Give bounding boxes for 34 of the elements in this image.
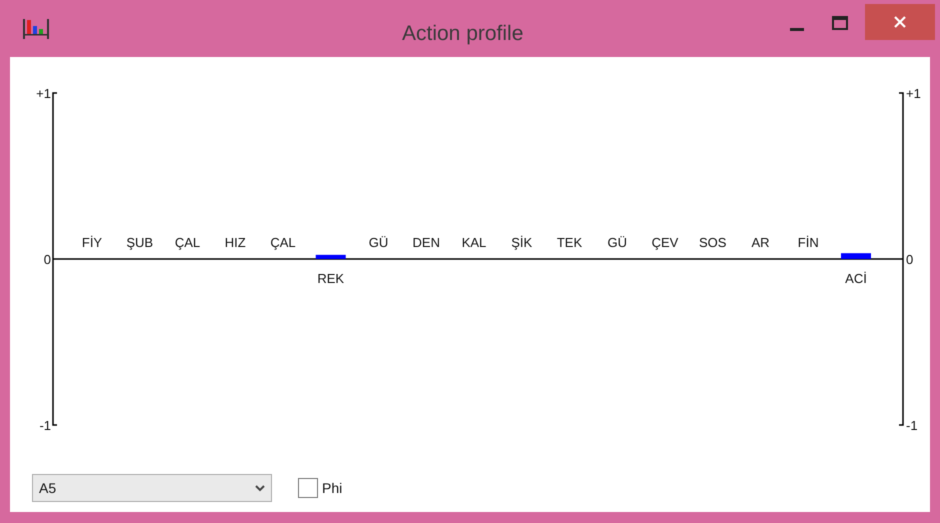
y-tick-label: 0	[906, 252, 914, 267]
category-label: ÇAL	[270, 235, 296, 250]
profile-dropdown[interactable]: A5	[32, 474, 272, 502]
close-icon	[894, 16, 906, 28]
category-label: AR	[751, 235, 770, 250]
y-tick-label: +1	[36, 86, 51, 101]
category-label: HIZ	[224, 235, 246, 250]
minimize-icon[interactable]	[790, 28, 804, 32]
category-label: FİY	[82, 235, 102, 250]
bar	[841, 253, 871, 259]
y-tick-label: 0	[44, 252, 51, 267]
category-label: GÜ	[608, 235, 627, 250]
category-label: TEK	[556, 235, 582, 250]
category-label: SOS	[699, 235, 726, 250]
window-title: Action profile	[402, 21, 524, 47]
chevron-down-icon	[255, 484, 265, 492]
maximize-icon[interactable]	[832, 16, 848, 30]
phi-label: Phi	[322, 478, 342, 498]
y-tick-label: +1	[906, 86, 921, 101]
category-label: ÇAL	[174, 235, 200, 250]
category-label: ACİ	[845, 271, 867, 286]
category-label: ŞUB	[126, 235, 154, 250]
category-label: ÇEV	[652, 235, 678, 250]
bar	[316, 254, 346, 259]
phi-checkbox[interactable]	[298, 478, 318, 498]
app-icon	[22, 18, 50, 40]
category-label: KAL	[462, 235, 486, 250]
category-label: FİN	[798, 235, 819, 250]
y-tick-label: -1	[39, 418, 51, 433]
y-tick-label: -1	[906, 418, 918, 433]
category-label: GÜ	[368, 235, 388, 250]
category-label: DEN	[412, 235, 440, 250]
category-label: REK	[317, 271, 344, 286]
category-label: ŞİK	[511, 235, 532, 250]
